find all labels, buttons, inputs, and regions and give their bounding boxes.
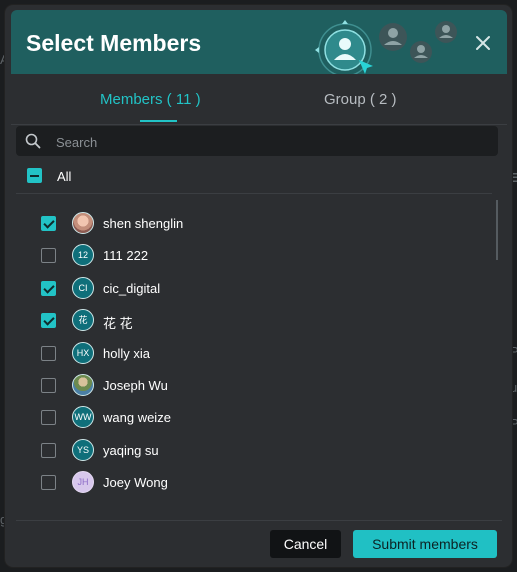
member-row[interactable]: CI cic_digital	[16, 272, 486, 304]
member-list: shen shenglin 12 111 222 CI cic_digital …	[16, 200, 498, 520]
avatar: YS	[72, 439, 94, 461]
member-name: 花 花	[103, 316, 133, 331]
member-row[interactable]: JH Joey Wong	[16, 466, 486, 498]
member-checkbox[interactable]	[41, 216, 56, 231]
member-name: Joseph Wu	[103, 378, 168, 393]
member-row[interactable]: 12 111 222	[16, 239, 486, 271]
member-checkbox[interactable]	[41, 443, 56, 458]
tab-members[interactable]: Members ( 11 )	[100, 91, 201, 108]
search-input[interactable]	[54, 126, 488, 158]
close-icon[interactable]	[473, 33, 493, 53]
select-members-dialog: Select Members Members ( 11 ) Group ( 2 …	[5, 5, 512, 567]
submit-members-button[interactable]: Submit members	[353, 530, 497, 558]
member-name: holly xia	[103, 346, 150, 361]
avatar: HX	[72, 342, 94, 364]
avatar	[72, 374, 94, 396]
member-row[interactable]: WW wang weize	[16, 401, 486, 433]
member-name: 111 222	[103, 248, 149, 263]
member-checkbox[interactable]	[41, 378, 56, 393]
avatar: JH	[72, 471, 94, 493]
dialog-header: Select Members	[11, 10, 507, 74]
avatar: CI	[72, 277, 94, 299]
member-row[interactable]: HX holly xia	[16, 337, 486, 369]
search-icon	[25, 133, 41, 149]
member-name: wang weize	[103, 410, 171, 425]
member-checkbox[interactable]	[41, 281, 56, 296]
avatar	[72, 212, 94, 234]
member-tabs: Members ( 11 ) Group ( 2 )	[11, 80, 507, 125]
member-name: Joey Wong	[103, 475, 168, 490]
search-bar	[16, 126, 498, 158]
dialog-title: Select Members	[26, 30, 202, 56]
cancel-button[interactable]: Cancel	[270, 530, 341, 558]
member-name: shen shenglin	[103, 216, 184, 231]
list-scrollbar[interactable]	[496, 200, 498, 260]
member-checkbox[interactable]	[41, 313, 56, 328]
divider	[16, 193, 492, 194]
member-row[interactable]: 花 花 花	[16, 304, 486, 336]
active-tab-indicator	[140, 120, 177, 122]
avatar: 花	[72, 309, 94, 331]
members-illustration-icon	[315, 20, 457, 74]
member-checkbox[interactable]	[41, 475, 56, 490]
member-row[interactable]: Joseph Wu	[16, 369, 486, 401]
tab-group[interactable]: Group ( 2 )	[324, 91, 397, 108]
avatar: 12	[72, 244, 94, 266]
divider	[16, 520, 502, 521]
select-all-label: All	[57, 169, 72, 184]
avatar: WW	[72, 406, 94, 428]
member-checkbox[interactable]	[41, 248, 56, 263]
member-checkbox[interactable]	[41, 410, 56, 425]
member-row[interactable]: YS yaqing su	[16, 434, 486, 466]
member-checkbox[interactable]	[41, 346, 56, 361]
member-row[interactable]: shen shenglin	[16, 207, 486, 239]
member-name: cic_digital	[103, 281, 161, 296]
select-all-checkbox[interactable]	[27, 168, 42, 183]
member-name: yaqing su	[103, 443, 159, 458]
